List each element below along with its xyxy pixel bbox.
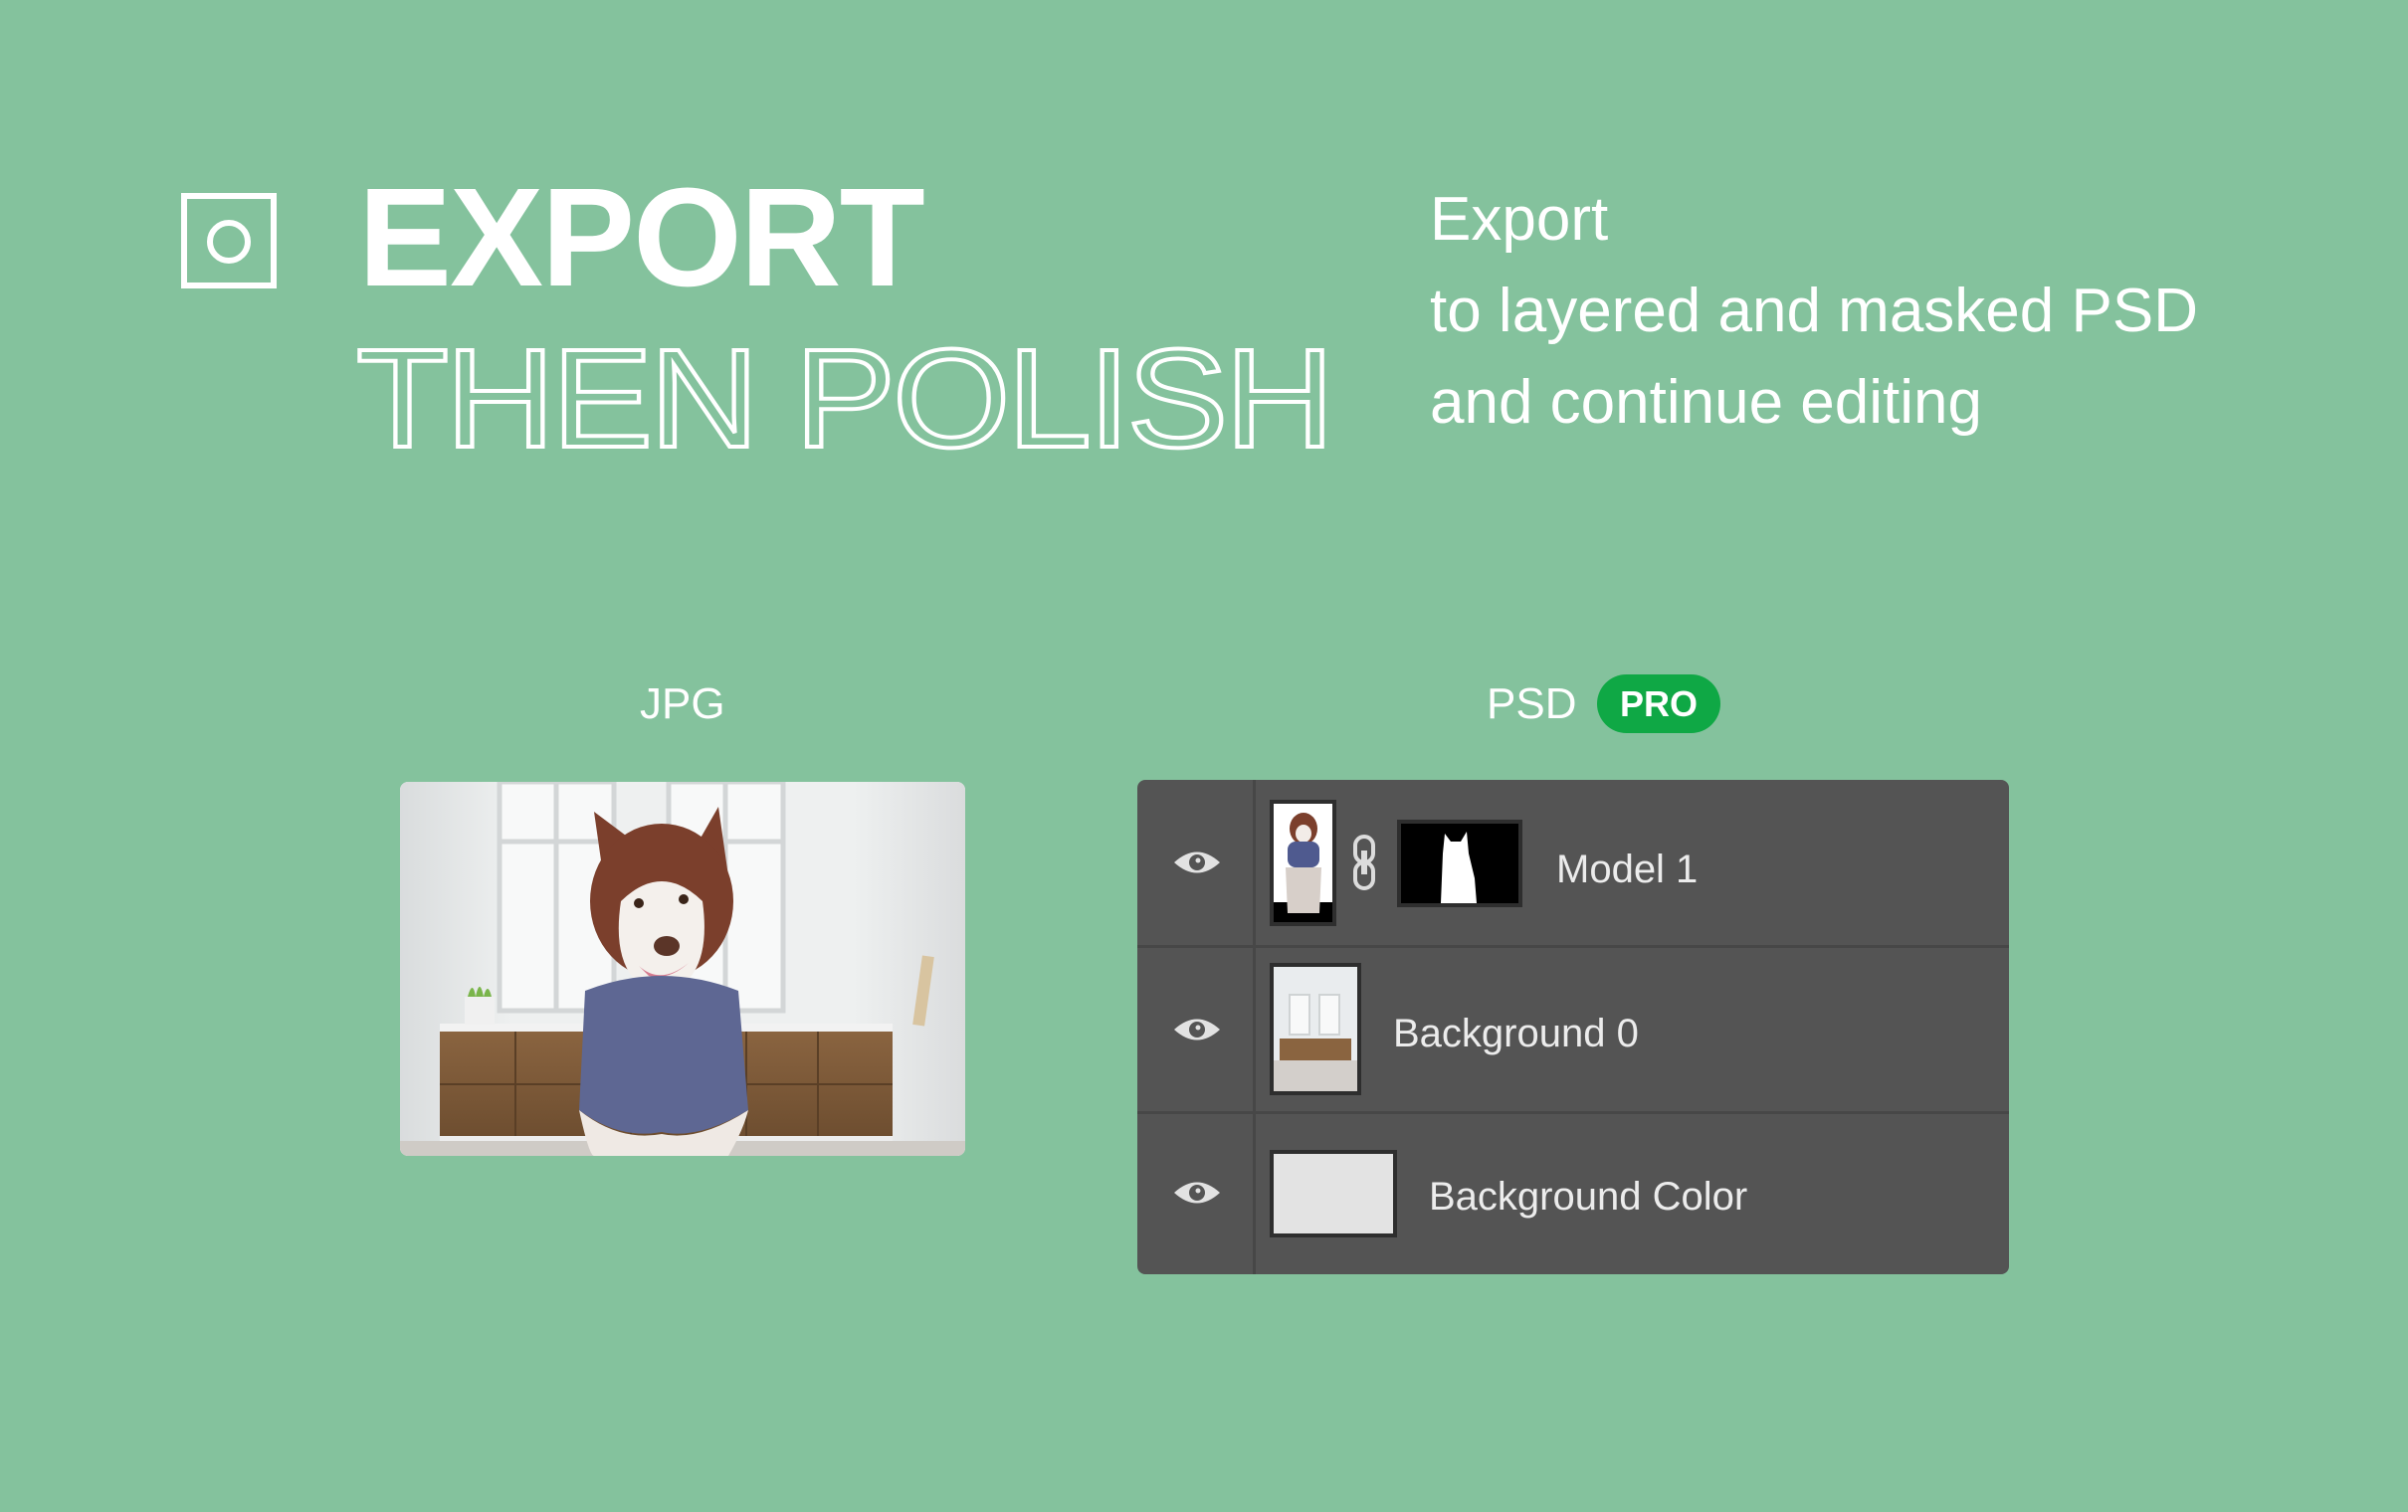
description-line-2: to layered and masked PSD — [1430, 277, 2198, 345]
layer-thumbnail-model — [1270, 800, 1336, 926]
layer-row-background-0[interactable]: Background 0 — [1137, 948, 2009, 1111]
psd-label: PSD — [1487, 679, 1577, 728]
layers-panel: Model 1 Background 0 Background Color — [1137, 780, 2009, 1274]
layer-row-model-1[interactable]: Model 1 — [1137, 780, 2009, 945]
description-line-3: and continue editing — [1430, 368, 1983, 437]
layer-thumbnail-color-fill — [1270, 1150, 1397, 1237]
layer-mask-thumbnail[interactable] — [1397, 820, 1522, 907]
layer-name-background-color[interactable]: Background Color — [1429, 1177, 1747, 1217]
jpg-preview-image — [400, 782, 965, 1156]
capture-icon — [181, 193, 277, 288]
link-icon[interactable] — [1353, 835, 1375, 890]
jpg-label: JPG — [640, 679, 725, 728]
husky-cutout-thumbnail — [1274, 804, 1332, 922]
headline-then-polish: THEN POLISH — [354, 319, 1336, 476]
eye-icon[interactable] — [1172, 1015, 1222, 1044]
kitchen-background-thumbnail — [1274, 967, 1357, 1091]
eye-icon[interactable] — [1172, 848, 1222, 877]
color-fill-swatch — [1274, 1154, 1393, 1233]
capture-ring — [207, 220, 251, 264]
layer-name-background-0[interactable]: Background 0 — [1393, 1014, 1639, 1053]
eye-icon[interactable] — [1172, 1178, 1222, 1208]
husky-silhouette-mask — [1401, 824, 1518, 903]
layer-name-model-1[interactable]: Model 1 — [1556, 850, 1698, 889]
headline-export: EXPORT — [358, 158, 925, 315]
layer-row-background-color[interactable]: Background Color — [1137, 1114, 2009, 1274]
pro-badge-label: PRO — [1619, 682, 1698, 724]
pro-badge: PRO — [1597, 674, 1720, 733]
description-line-1: Export — [1430, 185, 1609, 254]
layer-thumbnail-background — [1270, 963, 1361, 1095]
husky-kitchen-illustration — [400, 782, 965, 1156]
